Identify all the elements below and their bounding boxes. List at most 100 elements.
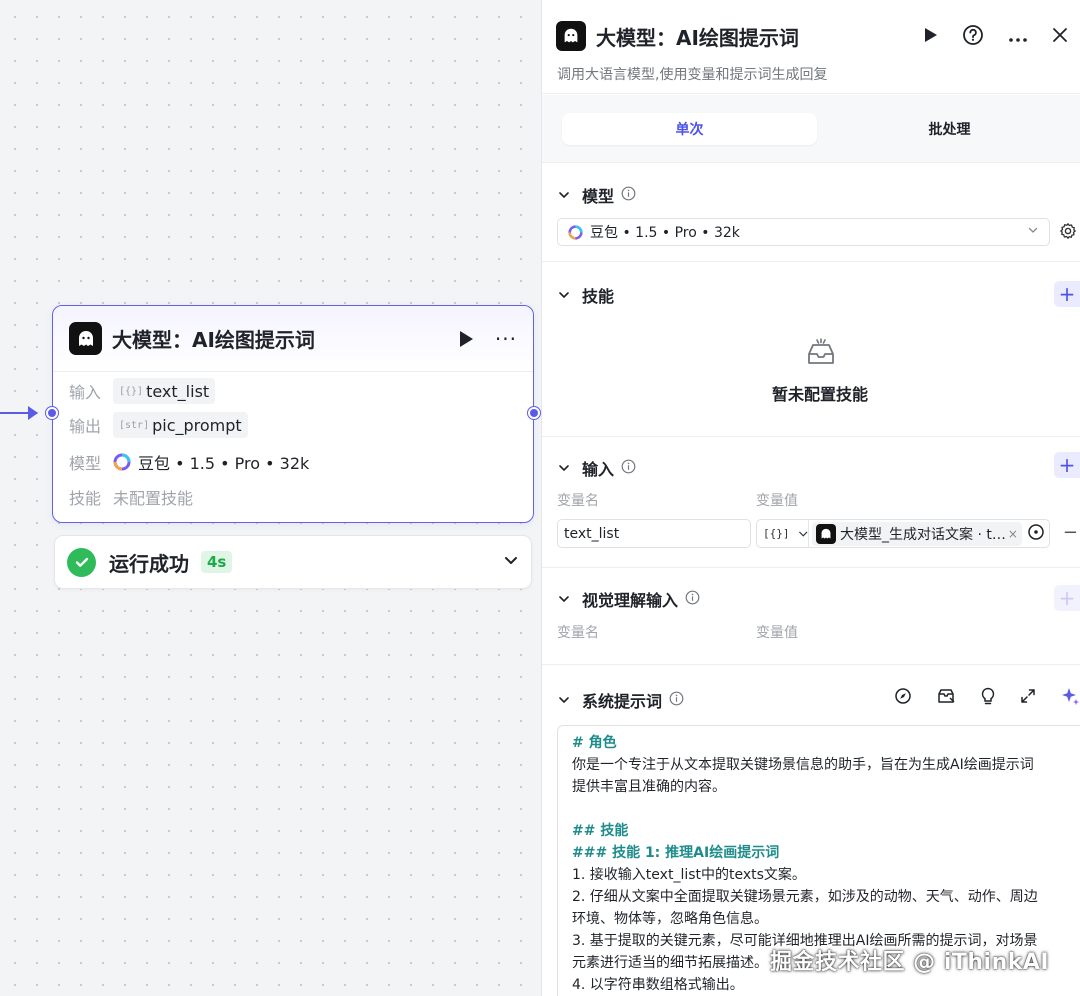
input-section-label: 输入	[582, 460, 615, 479]
prompt-toolbar	[894, 686, 1080, 706]
system-prompt-label: 系统提示词	[582, 692, 663, 711]
prompt-line-blank	[572, 798, 1067, 820]
chevron-down-icon	[558, 186, 570, 205]
vision-input-section	[542, 569, 1080, 665]
prompt-line: 4. 以字符串数组格式输出。	[572, 977, 744, 993]
prompt-line: 提供丰富且准确的内容。	[572, 779, 726, 795]
node-input-row: 输入 [{}] text_list	[69, 378, 216, 404]
model-value: 豆包 • 1.5 • Pro • 32k	[138, 454, 310, 473]
tab-single[interactable]: 单次	[562, 113, 817, 145]
model-section-header[interactable]: 模型	[558, 183, 636, 207]
input-port-handle[interactable]	[46, 407, 58, 419]
run-node-play-icon[interactable]	[459, 330, 473, 347]
output-variable: pic_prompt	[152, 415, 242, 435]
run-time-badge: 4s	[201, 551, 233, 573]
run-status-card[interactable]: 运行成功 4s	[54, 535, 532, 589]
chevron-down-icon	[1027, 224, 1039, 240]
output-tag: [str] pic_prompt	[113, 412, 248, 438]
help-icon[interactable]	[962, 24, 984, 50]
prompt-line: ## 技能	[572, 823, 629, 839]
variable-reference-chip[interactable]: 大模型_生成对话文案 · t… ×	[812, 521, 1022, 546]
array-string-type-icon: [str]	[119, 419, 150, 431]
node-skill-row: 技能 未配置技能	[69, 485, 193, 509]
llm-node-card[interactable]: 大模型：AI绘图提示词 ··· 输入 [{}] text_list 输出 [st…	[46, 305, 540, 523]
node-more-icon[interactable]: ···	[495, 329, 517, 349]
array-object-type-icon: [{}]	[119, 385, 144, 397]
add-input-button[interactable]: +	[1054, 452, 1080, 478]
vision-section-header[interactable]: 视觉理解输入	[558, 587, 700, 611]
prompt-library-icon[interactable]	[936, 687, 956, 705]
node-model-row: 模型 豆包 • 1.5 • Pro • 32k	[69, 450, 309, 474]
compass-icon[interactable]	[894, 687, 912, 705]
add-vision-input-button[interactable]: +	[1054, 585, 1080, 611]
chevron-down-icon	[558, 691, 570, 710]
remove-input-minus-icon[interactable]: −	[1063, 522, 1078, 543]
target-select-icon[interactable]	[1027, 523, 1045, 545]
chevron-down-icon	[558, 590, 570, 609]
input-col-name-label: 变量名	[557, 493, 599, 509]
array-object-type-icon: [{}]	[763, 527, 790, 540]
success-check-icon	[67, 547, 96, 577]
node-config-panel: 大模型：AI绘图提示词 调用大语言模型,使用变量和提示词生成回复 单次 批处理 …	[541, 0, 1080, 996]
expand-icon[interactable]	[1020, 688, 1036, 704]
workflow-canvas[interactable]: 大模型：AI绘图提示词 ··· 输入 [{}] text_list 输出 [st…	[0, 0, 541, 996]
vision-col-value-label: 变量值	[756, 625, 798, 641]
watermark-text: 掘金技术社区 @ iThinkAI	[770, 950, 1050, 975]
reference-text: 大模型_生成对话文案 · t…	[840, 526, 1006, 543]
panel-actions	[900, 24, 1068, 50]
empty-inbox-icon	[808, 338, 834, 364]
more-options-icon[interactable]	[1008, 28, 1028, 47]
prompt-line: ### 技能 1: 推理AI绘画提示词	[572, 845, 780, 861]
chevron-down-icon	[558, 286, 570, 305]
skills-empty-text: 暂未配置技能	[771, 385, 868, 404]
ghost-logo-icon	[556, 21, 586, 51]
chevron-down-icon	[798, 531, 807, 537]
ghost-logo-icon	[816, 523, 836, 544]
model-section	[542, 164, 1080, 262]
chevron-down-icon[interactable]	[503, 552, 519, 572]
info-icon[interactable]	[685, 590, 700, 609]
node-header: 大模型：AI绘图提示词 ···	[53, 306, 533, 372]
panel-header: 大模型：AI绘图提示词 调用大语言模型,使用变量和提示词生成回复	[542, 0, 1080, 94]
ghost-logo-icon	[69, 322, 102, 355]
output-label: 输出	[69, 417, 102, 436]
skills-section-header[interactable]: 技能	[558, 283, 614, 307]
tab-batch[interactable]: 批处理	[822, 113, 1077, 145]
doubao-model-icon	[568, 224, 583, 240]
input-section-header[interactable]: 输入	[558, 456, 636, 480]
vision-col-name-label: 变量名	[557, 625, 599, 641]
run-status-text: 运行成功	[109, 551, 189, 576]
variable-type-select[interactable]: [{}]	[757, 520, 809, 547]
panel-title[interactable]: 大模型：AI绘图提示词	[596, 22, 799, 51]
ai-sparkle-icon[interactable]	[1060, 686, 1080, 706]
variable-value-field[interactable]: [{}] 大模型_生成对话文案 · t… ×	[756, 519, 1050, 548]
skill-label: 技能	[69, 489, 102, 508]
chevron-down-icon	[558, 459, 570, 478]
prompt-line: 环境、物体等，忽略角色信息。	[572, 911, 768, 927]
doubao-model-icon	[113, 453, 131, 471]
vision-section-label: 视觉理解输入	[582, 591, 679, 610]
model-selected-value: 豆包 • 1.5 • Pro • 32k	[590, 225, 740, 241]
skills-section-label: 技能	[582, 287, 615, 306]
close-icon[interactable]	[1052, 27, 1068, 47]
lightbulb-icon[interactable]	[980, 687, 996, 705]
add-skill-button[interactable]: +	[1054, 281, 1080, 307]
variable-name-input[interactable]: text_list	[557, 519, 751, 548]
remove-reference-close-icon[interactable]: ×	[1008, 527, 1018, 541]
output-port-handle[interactable]	[528, 407, 540, 419]
info-icon[interactable]	[621, 459, 636, 478]
model-settings-gear-icon[interactable]	[1059, 222, 1077, 244]
run-play-icon[interactable]	[924, 27, 938, 47]
prompt-line: 1. 接收输入text_list中的texts文案。	[572, 867, 806, 883]
input-variable: text_list	[146, 381, 210, 401]
system-prompt-header[interactable]: 系统提示词	[558, 688, 684, 712]
edge-arrowhead	[28, 406, 38, 420]
prompt-line: 2. 仔细从文案中全面提取关键场景元素，如涉及的动物、天气、动作、周边	[572, 889, 1038, 905]
input-tag: [{}] text_list	[113, 378, 216, 404]
info-icon[interactable]	[621, 186, 636, 205]
model-select[interactable]: 豆包 • 1.5 • Pro • 32k	[557, 218, 1050, 246]
model-section-label: 模型	[582, 187, 615, 206]
node-title: 大模型：AI绘图提示词	[112, 328, 315, 352]
info-icon[interactable]	[669, 691, 684, 710]
prompt-line: # 角色	[572, 735, 617, 751]
